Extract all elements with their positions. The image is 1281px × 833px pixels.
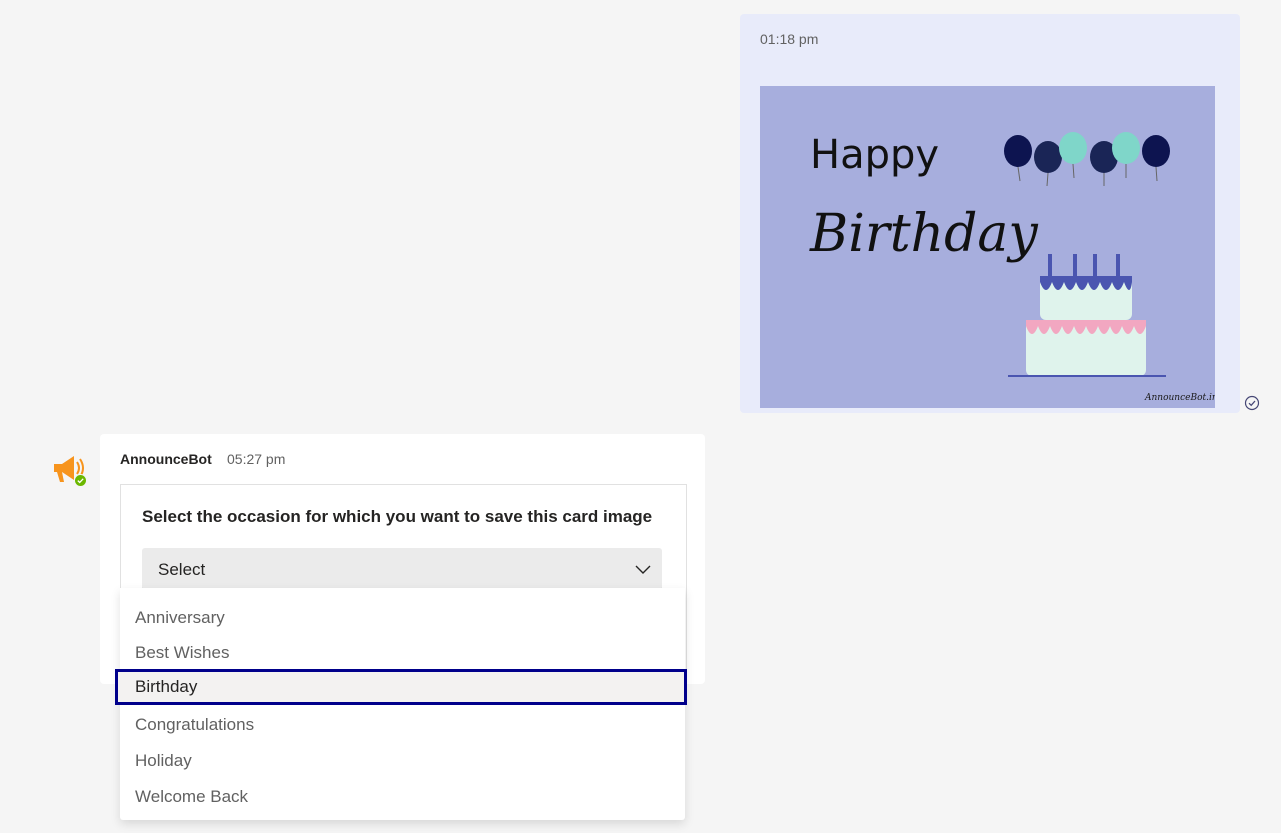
option-best-wishes[interactable]: Best Wishes: [120, 635, 685, 671]
select-value: Select: [158, 560, 206, 579]
option-congratulations[interactable]: Congratulations: [120, 707, 685, 743]
check-circle-icon: [1244, 395, 1260, 411]
chevron-down-icon: [635, 565, 651, 574]
sent-message: 01:18 pm Happy Birthday AnnounceBot.in: [740, 14, 1240, 413]
birthday-card-image[interactable]: Happy Birthday AnnounceBot.in: [760, 86, 1215, 408]
option-anniversary[interactable]: Anniversary: [120, 600, 685, 636]
option-birthday[interactable]: Birthday: [115, 669, 687, 705]
occasion-dropdown-list: Anniversary Best Wishes Birthday Congrat…: [115, 588, 687, 820]
option-holiday[interactable]: Holiday: [120, 743, 685, 779]
card-prompt: Select the occasion for which you want t…: [142, 507, 653, 526]
card-happy-text: Happy: [810, 132, 939, 178]
available-status-icon: [74, 474, 87, 487]
sender-name: AnnounceBot: [120, 451, 212, 467]
card-birthday-text: Birthday: [809, 204, 1038, 264]
option-welcome-back[interactable]: Welcome Back: [120, 779, 685, 815]
occasion-select[interactable]: Select: [142, 548, 662, 590]
message-timestamp: 05:27 pm: [227, 451, 286, 467]
bot-avatar[interactable]: [48, 448, 88, 488]
message-timestamp: 01:18 pm: [760, 31, 819, 47]
card-watermark: AnnounceBot.in: [1144, 393, 1215, 403]
